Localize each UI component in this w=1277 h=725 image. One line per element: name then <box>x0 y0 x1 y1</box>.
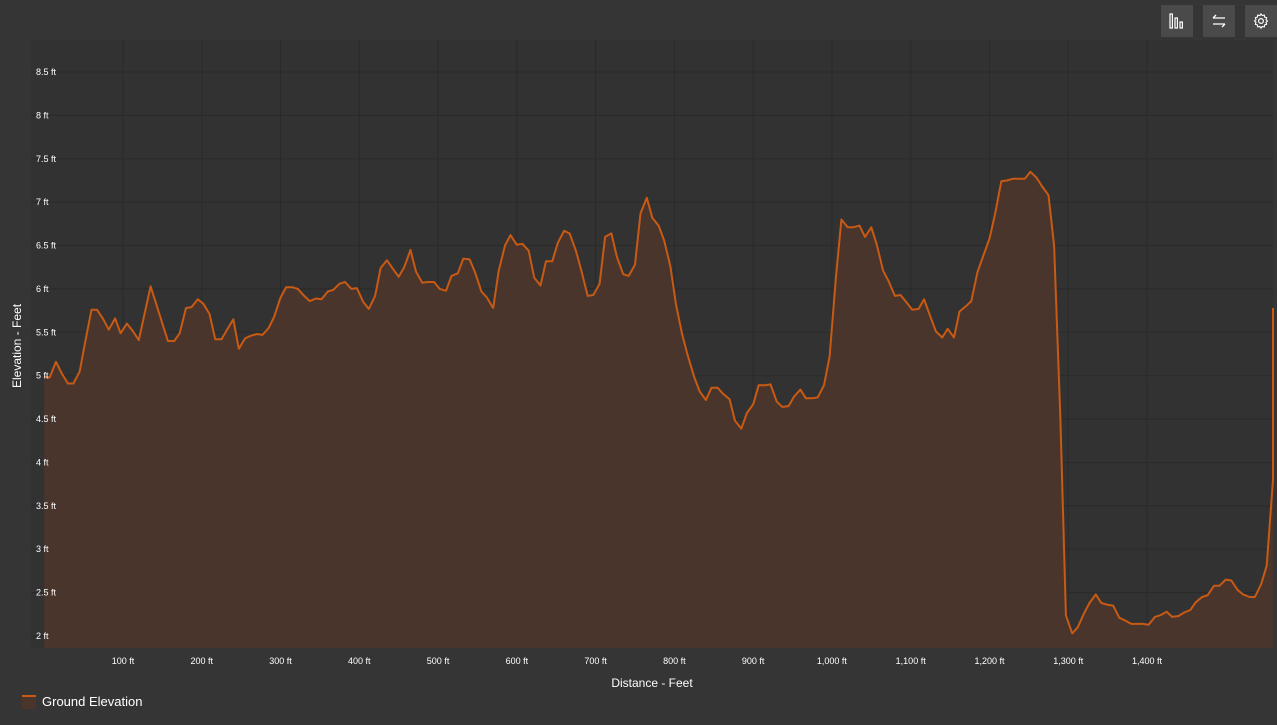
x-tick-label: 300 ft <box>269 656 292 666</box>
legend-swatch <box>22 694 36 709</box>
y-axis-title: Elevation - Feet <box>10 303 24 388</box>
x-tick-label: 100 ft <box>112 656 135 666</box>
legend-label: Ground Elevation <box>42 694 143 709</box>
statistics-button[interactable] <box>1161 5 1193 37</box>
y-tick-label: 7.5 ft <box>36 154 57 164</box>
elevation-profile-widget: 2 ft 2.5 ft 3 ft 3.5 ft 4 ft 4.5 ft 5 ft 5.5 ft… <box>0 0 1277 725</box>
x-axis-title: Distance - Feet <box>611 676 693 690</box>
x-tick-label: 200 ft <box>191 656 214 666</box>
x-tick-label: 700 ft <box>584 656 607 666</box>
x-tick-label: 1,000 ft <box>817 656 848 666</box>
y-tick-label: 7 ft <box>36 197 49 207</box>
x-tick-label: 900 ft <box>742 656 765 666</box>
x-tick-label: 1,100 ft <box>896 656 927 666</box>
y-tick-label: 3.5 ft <box>36 501 57 511</box>
y-tick-label: 4 ft <box>36 457 49 467</box>
chart-toolbar <box>1161 5 1277 37</box>
x-tick-label: 1,300 ft <box>1053 656 1084 666</box>
y-tick-label: 5.5 ft <box>36 327 57 337</box>
y-tick-label: 6.5 ft <box>36 241 57 251</box>
y-tick-label: 4.5 ft <box>36 414 57 424</box>
gear-icon <box>1253 13 1269 29</box>
x-tick-label: 400 ft <box>348 656 371 666</box>
x-tick-label: 800 ft <box>663 656 686 666</box>
x-tick-label: 500 ft <box>427 656 450 666</box>
x-tick-label: 600 ft <box>506 656 529 666</box>
y-tick-label: 6 ft <box>36 284 49 294</box>
y-tick-label: 2.5 ft <box>36 588 57 598</box>
x-tick-label: 1,400 ft <box>1132 656 1163 666</box>
x-axis-ticks: 100 ft 200 ft 300 ft 400 ft 500 ft 600 ft 700 … <box>112 656 1163 666</box>
stats-icon <box>1169 13 1184 29</box>
swap-icon <box>1212 14 1226 28</box>
elevation-chart: 2 ft 2.5 ft 3 ft 3.5 ft 4 ft 4.5 ft 5 ft 5.5 ft… <box>10 40 1274 690</box>
y-tick-label: 2 ft <box>36 631 49 641</box>
y-tick-label: 3 ft <box>36 544 49 554</box>
y-tick-label: 5 ft <box>36 371 49 381</box>
settings-button[interactable] <box>1245 5 1277 37</box>
chart-legend[interactable]: Ground Elevation <box>22 694 142 709</box>
y-tick-label: 8 ft <box>36 110 49 120</box>
x-tick-label: 1,200 ft <box>974 656 1005 666</box>
flip-profile-button[interactable] <box>1203 5 1235 37</box>
y-tick-label: 8.5 ft <box>36 67 57 77</box>
